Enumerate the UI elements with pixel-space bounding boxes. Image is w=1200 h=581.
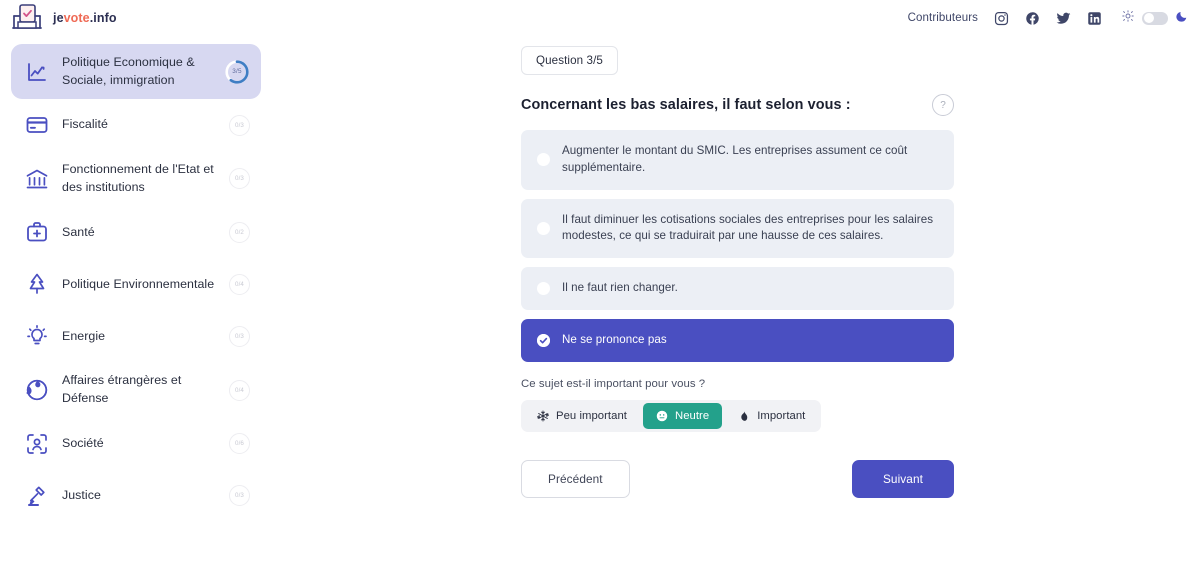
flame-icon (738, 410, 750, 422)
page-layout: Politique Economique & Sociale, immigrat… (0, 36, 1200, 581)
brand-part-info: .info (89, 11, 117, 25)
sidebar-item-badge: 0/2 (229, 221, 250, 243)
twitter-icon[interactable] (1056, 11, 1071, 26)
importance-question-label: Ce sujet est-il important pour vous ? (521, 377, 706, 390)
sidebar-item-sante[interactable]: Santé 0/2 (11, 206, 261, 258)
radio-indicator (537, 153, 550, 167)
bank-icon (25, 167, 49, 191)
sidebar-item-badge: 0/3 (229, 485, 250, 507)
linkedin-icon[interactable] (1087, 11, 1102, 26)
sidebar-item-label: Santé (62, 224, 95, 239)
sidebar-item-politique-environnementale[interactable]: Politique Environnementale 0/4 (11, 258, 261, 310)
medical-kit-icon (25, 220, 49, 244)
radio-indicator (537, 282, 550, 296)
tree-icon (25, 272, 49, 296)
sidebar-item-label: Energie (62, 328, 106, 343)
page-title: Concernant les bas salaires, il faut sel… (521, 97, 851, 113)
facebook-icon[interactable] (1025, 11, 1040, 26)
sidebar-nav: Politique Economique & Sociale, immigrat… (0, 36, 275, 581)
theme-toggle-switch[interactable] (1142, 11, 1168, 25)
sidebar-item-affaires-etrangeres[interactable]: Affaires étrangères et Défense 0/4 (11, 362, 261, 417)
sidebar-item-energie[interactable]: Energie 0/3 (11, 310, 261, 362)
sidebar-item-label: Justice (62, 487, 101, 502)
instagram-icon[interactable] (994, 11, 1009, 26)
theme-toggle-group (1122, 9, 1188, 27)
answer-option[interactable]: Il faut diminuer les cotisations sociale… (521, 198, 954, 259)
sidebar-item-label: Société (62, 435, 104, 450)
sidebar-item-label: Politique Economique & Sociale, immigrat… (62, 55, 195, 87)
importance-option-label: Peu important (556, 409, 627, 422)
radio-indicator (537, 221, 550, 235)
radio-indicator-checked (537, 333, 550, 347)
answer-option-label: Augmenter le montant du SMIC. Les entrep… (562, 144, 908, 174)
sidebar-item-label: Affaires étrangères et Défense (62, 373, 182, 406)
sidebar-item-societe[interactable]: Société 0/6 (11, 418, 261, 470)
brand-part-je: je (53, 11, 64, 25)
answer-option-selected[interactable]: Ne se prononce pas (521, 318, 954, 362)
sidebar-item-badge: 0/6 (229, 433, 250, 455)
social-links (994, 11, 1102, 26)
sidebar-progress-label: 3/5 (232, 68, 242, 76)
globe-icon (25, 378, 49, 402)
contributors-link[interactable]: Contributeurs (908, 12, 978, 24)
sidebar-item-label: Fiscalité (62, 117, 108, 132)
sidebar-item-fonctionnement-etat[interactable]: Fonctionnement de l'Etat et des institut… (11, 151, 261, 206)
brand-name: jevote.info (53, 11, 117, 25)
sidebar-item-justice[interactable]: Justice 0/3 (11, 470, 261, 522)
sidebar-item-badge: 0/4 (229, 273, 250, 295)
importance-selector: Peu important Neutre Important (521, 399, 822, 432)
importance-option-peu-important[interactable]: Peu important (524, 403, 640, 429)
importance-option-label: Important (757, 409, 806, 422)
sidebar-item-badge: 0/3 (229, 168, 250, 190)
gavel-icon (25, 484, 49, 508)
question-header: Concernant les bas salaires, il faut sel… (521, 94, 954, 116)
previous-button[interactable]: Précédent (521, 459, 630, 498)
next-button[interactable]: Suivant (851, 459, 954, 498)
moon-icon[interactable] (1176, 9, 1188, 27)
question-counter-badge: Question 3/5 (521, 46, 618, 75)
sun-icon[interactable] (1122, 9, 1134, 27)
sidebar-item-badge: 0/3 (229, 114, 250, 136)
importance-option-label: Neutre (674, 409, 710, 422)
answer-option[interactable]: Augmenter le montant du SMIC. Les entrep… (521, 130, 954, 190)
sidebar-item-badge: 0/4 (229, 379, 250, 401)
neutral-face-icon (656, 410, 668, 422)
sidebar-item-fiscalite[interactable]: Fiscalité 0/3 (11, 99, 261, 151)
answer-option-label: Ne se prononce pas (562, 332, 667, 346)
brand-logo-link[interactable]: jevote.info (10, 3, 117, 33)
answer-options-list: Augmenter le montant du SMIC. Les entrep… (521, 130, 954, 362)
importance-option-neutre[interactable]: Neutre (642, 402, 723, 429)
question-mark-circle-icon[interactable]: ? (932, 94, 954, 116)
main-content: Question 3/5 Concernant les bas salaires… (275, 36, 1200, 581)
chart-line-icon (25, 60, 49, 84)
sidebar-item-badge: 0/3 (229, 325, 250, 347)
sidebar-item-label: Politique Environnementale (62, 276, 215, 291)
lightbulb-icon (25, 324, 49, 348)
theme-toggle-knob (1143, 13, 1154, 23)
importance-option-important[interactable]: Important (725, 403, 818, 429)
snowflake-icon (537, 410, 549, 422)
person-frame-icon (25, 432, 49, 456)
ballot-box-icon (10, 3, 44, 33)
answer-option-label: Il faut diminuer les cotisations sociale… (562, 212, 934, 243)
question-navigation: Précédent Suivant (521, 459, 954, 498)
sidebar-item-politique-economique[interactable]: Politique Economique & Sociale, immigrat… (11, 44, 261, 100)
app-header: jevote.info Contributeurs (0, 0, 1200, 36)
credit-card-icon (25, 113, 49, 137)
header-actions: Contributeurs (908, 9, 1188, 27)
answer-option-label: Il ne faut rien changer. (562, 281, 678, 295)
sidebar-progress-ring: 3/5 (224, 59, 250, 85)
brand-part-vote: vote (63, 11, 90, 25)
answer-option[interactable]: Il ne faut rien changer. (521, 267, 954, 310)
sidebar-item-label: Fonctionnement de l'Etat et des institut… (62, 162, 214, 194)
